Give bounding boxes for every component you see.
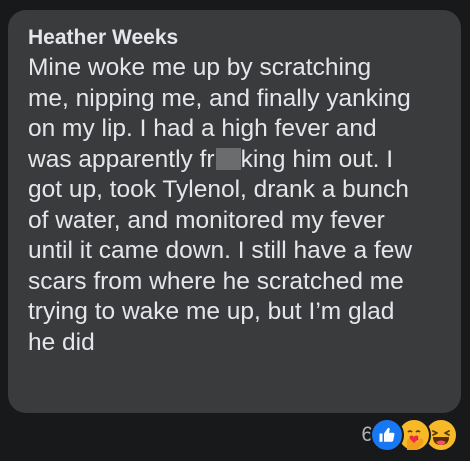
comment-line: on my lip. I had a high fever and	[28, 115, 377, 142]
comment-author[interactable]: Heather Weeks	[28, 25, 443, 51]
comment-line: was apparently fr king him out. I	[28, 145, 443, 176]
comment-text: Mine woke me up by scratching me, nippin…	[28, 53, 443, 358]
comment-line: until it came down. I still have a few	[28, 237, 413, 264]
comment-line: of water, and monitored my fever	[28, 206, 385, 234]
comment-line-part: king him out. I	[240, 145, 394, 173]
comment-line: he did	[28, 328, 95, 356]
reaction-summary[interactable]: 6	[361, 418, 458, 452]
comment-line: got up, took Tylenol, drank a bunch	[28, 176, 409, 203]
comment-line: trying to wake me up, but I’m glad	[28, 298, 395, 325]
comment-line: scars from where he scratched me	[28, 267, 404, 295]
comment-line-part: was apparently fr	[28, 145, 215, 173]
like-icon	[370, 418, 404, 452]
comment-line: me, nipping me, and finally yanking	[28, 84, 411, 112]
comment-line: Mine woke me up by scratching	[28, 54, 372, 81]
redaction-block	[215, 147, 241, 170]
comment-bubble: Heather Weeks Mine woke me up by scratch…	[8, 10, 461, 413]
